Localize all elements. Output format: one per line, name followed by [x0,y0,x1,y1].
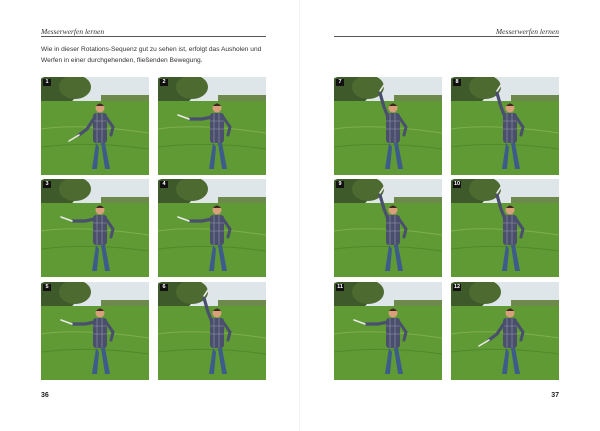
photo-number-badge: 8 [453,79,461,86]
page-number-left: 36 [41,392,49,399]
photo-image [334,77,442,175]
right-photo-7: 7 [334,77,442,175]
right-page: Messerwerfen lernen 7 8 9 10 11 12 37 [300,0,600,431]
header-rule-right [334,36,559,37]
photo-image [451,179,559,277]
photo-number-badge: 2 [160,79,168,86]
photo-number-badge: 12 [453,284,461,291]
intro-text: Wie in dieser Rotations-Sequenz gut zu s… [41,46,262,64]
right-photo-8: 8 [451,77,559,175]
photo-number-badge: 1 [43,79,51,86]
right-photo-12: 12 [451,282,559,380]
photo-image [451,282,559,380]
right-photo-9: 9 [334,179,442,277]
left-photo-5: 5 [41,282,149,380]
page-number-right: 37 [551,392,559,399]
left-photo-3: 3 [41,179,149,277]
photo-image [334,282,442,380]
left-photo-1: 1 [41,77,149,175]
photo-number-badge: 11 [336,284,344,291]
left-photo-6: 6 [158,282,266,380]
photo-number-badge: 6 [160,284,168,291]
photo-image [41,179,149,277]
left-photo-4: 4 [158,179,266,277]
photo-number-badge: 3 [43,181,51,188]
photo-number-badge: 5 [43,284,51,291]
header-rule-left [41,36,266,37]
left-page: Messerwerfen lernen Wie in dieser Rotati… [0,0,300,431]
photo-number-badge: 10 [453,181,461,188]
photo-image [158,179,266,277]
left-photo-2: 2 [158,77,266,175]
photo-image [158,282,266,380]
photo-image [158,77,266,175]
running-head-left: Messerwerfen lernen [41,27,105,36]
photo-image [334,179,442,277]
right-photo-11: 11 [334,282,442,380]
photo-number-badge: 4 [160,181,168,188]
photo-number-badge: 7 [336,79,344,86]
photo-image [41,282,149,380]
running-head-right: Messerwerfen lernen [495,27,559,36]
photo-number-badge: 9 [336,181,344,188]
right-photo-10: 10 [451,179,559,277]
photo-image [41,77,149,175]
photo-image [451,77,559,175]
